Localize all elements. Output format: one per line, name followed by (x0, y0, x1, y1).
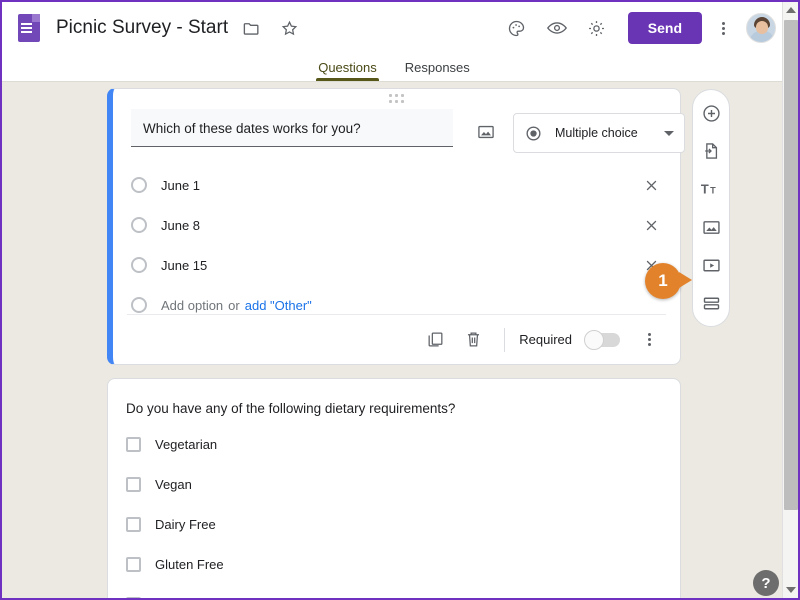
svg-text:T: T (701, 182, 709, 197)
add-question-button[interactable] (696, 98, 726, 128)
header-more-menu-icon[interactable] (710, 13, 736, 43)
tab-questions[interactable]: Questions (304, 60, 391, 81)
add-image-button[interactable] (696, 212, 726, 242)
question-title-text: Do you have any of the following dietary… (126, 401, 456, 416)
scroll-up-arrow-icon[interactable] (783, 2, 798, 18)
question-card-checkboxes[interactable]: Do you have any of the following dietary… (107, 378, 681, 599)
option-label: Gluten Free (155, 556, 224, 572)
callout-badge-1: 1 (645, 263, 692, 299)
add-item-toolbar: T T (692, 89, 730, 327)
option-label: Other… (155, 597, 662, 599)
question-type-label: Multiple choice (555, 126, 638, 140)
question-card-footer: Required (127, 314, 666, 364)
option-row[interactable]: Gluten Free (126, 546, 662, 582)
option-label[interactable]: June 8 (161, 218, 640, 233)
option-label: Vegan (155, 476, 192, 492)
avatar[interactable] (746, 13, 776, 43)
footer-divider (504, 327, 506, 352)
eye-icon[interactable] (540, 11, 574, 45)
radio-icon (131, 297, 147, 313)
page-title[interactable]: Picnic Survey - Start (56, 17, 228, 39)
tab-responses[interactable]: Responses (391, 60, 484, 81)
google-forms-window: Picnic Survey - Start Send Questions Res… (0, 0, 800, 600)
import-questions-button[interactable] (696, 136, 726, 166)
add-image-icon[interactable] (469, 115, 503, 149)
add-option-label[interactable]: Add option (161, 298, 223, 313)
remove-option-icon[interactable] (640, 174, 662, 196)
trash-icon[interactable] (456, 323, 490, 357)
option-row[interactable]: Other… (126, 586, 662, 599)
google-forms-icon (18, 14, 40, 42)
checkbox-icon[interactable] (126, 556, 141, 572)
duplicate-icon[interactable] (418, 323, 452, 357)
required-label: Required (519, 332, 572, 347)
option-list: June 1 June 8 June 15 Add option or add … (113, 153, 680, 323)
scroll-down-arrow-icon[interactable] (783, 582, 798, 598)
drag-handle-icon[interactable] (113, 94, 680, 103)
question-more-menu-icon[interactable] (636, 325, 662, 355)
palette-icon[interactable] (500, 11, 534, 45)
checkbox-icon[interactable] (126, 436, 141, 452)
gear-icon[interactable] (580, 11, 614, 45)
option-label[interactable]: June 15 (161, 258, 640, 273)
option-row[interactable]: June 15 (131, 247, 662, 283)
option-row[interactable]: Vegan (126, 466, 662, 502)
form-tabs: Questions Responses (2, 54, 786, 82)
option-row[interactable]: Dairy Free (126, 506, 662, 542)
radio-icon (131, 217, 147, 233)
option-label: Dairy Free (155, 516, 216, 532)
star-icon[interactable] (274, 13, 304, 43)
add-section-button[interactable] (696, 288, 726, 318)
vertical-scrollbar[interactable] (782, 2, 798, 598)
or-label: or (228, 297, 240, 313)
chevron-down-icon (664, 130, 674, 136)
radio-icon (131, 257, 147, 273)
add-other-link[interactable]: add "Other" (245, 298, 312, 313)
required-toggle[interactable] (584, 329, 620, 350)
question-type-dropdown[interactable]: Multiple choice (513, 113, 685, 153)
app-header: Picnic Survey - Start Send (2, 2, 786, 54)
radio-icon (131, 177, 147, 193)
checkbox-icon[interactable] (126, 596, 141, 598)
option-label[interactable]: June 1 (161, 178, 640, 193)
radio-filled-icon (526, 125, 541, 141)
svg-text:T: T (710, 186, 716, 196)
help-button[interactable]: ? (753, 570, 779, 596)
add-video-button[interactable] (696, 250, 726, 280)
option-row[interactable]: June 1 (131, 167, 662, 203)
question-title-text: Which of these dates works for you? (143, 121, 361, 136)
remove-option-icon[interactable] (640, 214, 662, 236)
question-title-field[interactable]: Which of these dates works for you? (131, 109, 453, 147)
option-label: Vegetarian (155, 436, 218, 452)
option-row[interactable]: Vegetarian (126, 426, 662, 462)
form-canvas: Which of these dates works for you? Mult… (2, 83, 786, 598)
scrollbar-thumb[interactable] (784, 20, 798, 510)
folder-icon[interactable] (236, 13, 266, 43)
add-title-button[interactable]: T T (696, 174, 726, 204)
question-card-multiple-choice[interactable]: Which of these dates works for you? Mult… (107, 88, 685, 365)
option-list: Vegetarian Vegan Dairy Free Gluten Free … (108, 416, 680, 599)
send-button[interactable]: Send (627, 12, 702, 44)
checkbox-icon[interactable] (126, 516, 141, 532)
option-row[interactable]: June 8 (131, 207, 662, 243)
checkbox-icon[interactable] (126, 476, 141, 492)
